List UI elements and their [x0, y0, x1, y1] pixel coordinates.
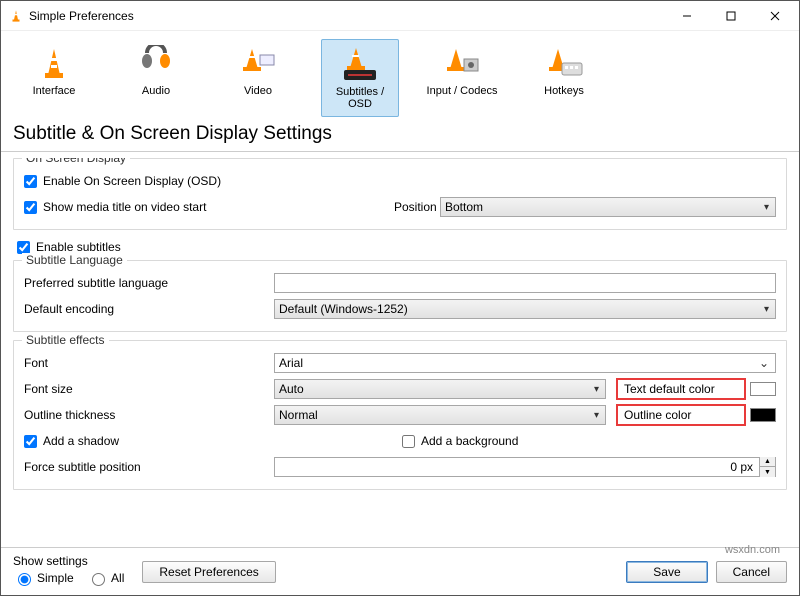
text-default-color-field: Text default color	[616, 378, 746, 400]
show-title-input[interactable]	[24, 201, 37, 214]
enable-subtitles-label: Enable subtitles	[36, 240, 121, 254]
default-encoding-label: Default encoding	[24, 302, 274, 316]
font-size-value: Auto	[279, 382, 304, 396]
tab-video[interactable]: Video	[219, 39, 297, 117]
enable-osd-checkbox[interactable]: Enable On Screen Display (OSD)	[24, 174, 274, 188]
subtitle-effects-title: Subtitle effects	[22, 333, 109, 347]
tab-subtitles-osd[interactable]: Subtitles / OSD	[321, 39, 399, 117]
tab-audio[interactable]: Audio	[117, 39, 195, 117]
subtitle-language-group: Subtitle Language Preferred subtitle lan…	[13, 260, 787, 332]
radio-all[interactable]: All	[87, 570, 124, 586]
radio-simple-label: Simple	[37, 571, 74, 585]
tab-label: Subtitles / OSD	[324, 86, 396, 110]
show-settings-label: Show settings	[13, 554, 134, 568]
video-icon	[221, 43, 295, 83]
divider	[1, 151, 799, 152]
title-bar: Simple Preferences	[1, 1, 799, 31]
vlc-cone-icon	[9, 9, 23, 23]
outline-thickness-combo[interactable]: Normal	[274, 405, 606, 425]
font-value: Arial	[279, 356, 303, 370]
tab-label: Hotkeys	[527, 85, 601, 97]
tab-hotkeys[interactable]: Hotkeys	[525, 39, 603, 117]
force-position-value: 0 px	[275, 460, 759, 474]
subtitle-language-title: Subtitle Language	[22, 253, 127, 267]
pref-lang-label: Preferred subtitle language	[24, 276, 274, 290]
pref-lang-input[interactable]	[274, 273, 776, 293]
add-shadow-input[interactable]	[24, 435, 37, 448]
input-codecs-icon	[425, 43, 499, 83]
osd-group: On Screen Display Enable On Screen Displ…	[13, 158, 787, 230]
show-title-checkbox[interactable]: Show media title on video start	[24, 200, 394, 214]
interface-icon	[17, 43, 91, 83]
add-background-label: Add a background	[421, 434, 518, 448]
tab-label: Input / Codecs	[425, 85, 499, 97]
category-tabs: Interface Audio Video Subtitles / OSD In…	[1, 31, 799, 119]
text-default-color-label: Text default color	[624, 382, 734, 396]
radio-all-input[interactable]	[92, 573, 105, 586]
spin-down-icon[interactable]: ▼	[759, 467, 775, 477]
default-encoding-value: Default (Windows-1252)	[279, 302, 408, 316]
add-background-checkbox[interactable]: Add a background	[402, 434, 518, 448]
add-background-input[interactable]	[402, 435, 415, 448]
font-label: Font	[24, 356, 274, 370]
tab-label: Interface	[17, 85, 91, 97]
font-size-label: Font size	[24, 382, 274, 396]
footer: Show settings Simple All Reset Preferenc…	[1, 547, 799, 595]
outline-color-field: Outline color	[616, 404, 746, 426]
radio-simple-input[interactable]	[18, 573, 31, 586]
spin-up-icon[interactable]: ▲	[759, 457, 775, 467]
font-size-combo[interactable]: Auto	[274, 379, 606, 399]
enable-subtitles-checkbox[interactable]: Enable subtitles	[17, 240, 783, 254]
content-area: On Screen Display Enable On Screen Displ…	[1, 158, 799, 547]
outline-color-label: Outline color	[624, 408, 734, 422]
text-default-color-swatch[interactable]	[750, 382, 776, 396]
audio-icon	[119, 43, 193, 83]
osd-group-title: On Screen Display	[22, 158, 130, 165]
outline-thickness-label: Outline thickness	[24, 408, 274, 422]
subtitles-osd-icon	[324, 44, 396, 84]
tab-label: Audio	[119, 85, 193, 97]
radio-simple[interactable]: Simple	[13, 570, 74, 586]
force-position-label: Force subtitle position	[24, 460, 274, 474]
radio-all-label: All	[111, 571, 124, 585]
outline-thickness-value: Normal	[279, 408, 318, 422]
save-button[interactable]: Save	[626, 561, 707, 583]
outline-color-swatch[interactable]	[750, 408, 776, 422]
force-position-spinner[interactable]: 0 px ▲ ▼	[274, 457, 776, 477]
reset-preferences-button[interactable]: Reset Preferences	[142, 561, 275, 583]
position-label: Position	[394, 200, 440, 214]
maximize-button[interactable]	[709, 2, 753, 30]
show-title-label: Show media title on video start	[43, 200, 206, 214]
hotkeys-icon	[527, 43, 601, 83]
minimize-button[interactable]	[665, 2, 709, 30]
add-shadow-label: Add a shadow	[43, 434, 119, 448]
enable-subtitles-input[interactable]	[17, 241, 30, 254]
enable-osd-input[interactable]	[24, 175, 37, 188]
enable-osd-label: Enable On Screen Display (OSD)	[43, 174, 221, 188]
tab-label: Video	[221, 85, 295, 97]
watermark-text: wsxdn.com	[725, 544, 780, 547]
add-shadow-checkbox[interactable]: Add a shadow	[24, 434, 119, 448]
window-title: Simple Preferences	[29, 9, 665, 23]
tab-input-codecs[interactable]: Input / Codecs	[423, 39, 501, 117]
position-value: Bottom	[445, 200, 483, 214]
page-heading: Subtitle & On Screen Display Settings	[1, 119, 799, 149]
close-button[interactable]	[753, 2, 797, 30]
font-combo[interactable]: Arial	[274, 353, 776, 373]
position-combo[interactable]: Bottom	[440, 197, 776, 217]
subtitle-effects-group: Subtitle effects Font Arial Font size Au…	[13, 340, 787, 490]
cancel-button[interactable]: Cancel	[716, 561, 787, 583]
tab-interface[interactable]: Interface	[15, 39, 93, 117]
default-encoding-combo[interactable]: Default (Windows-1252)	[274, 299, 776, 319]
